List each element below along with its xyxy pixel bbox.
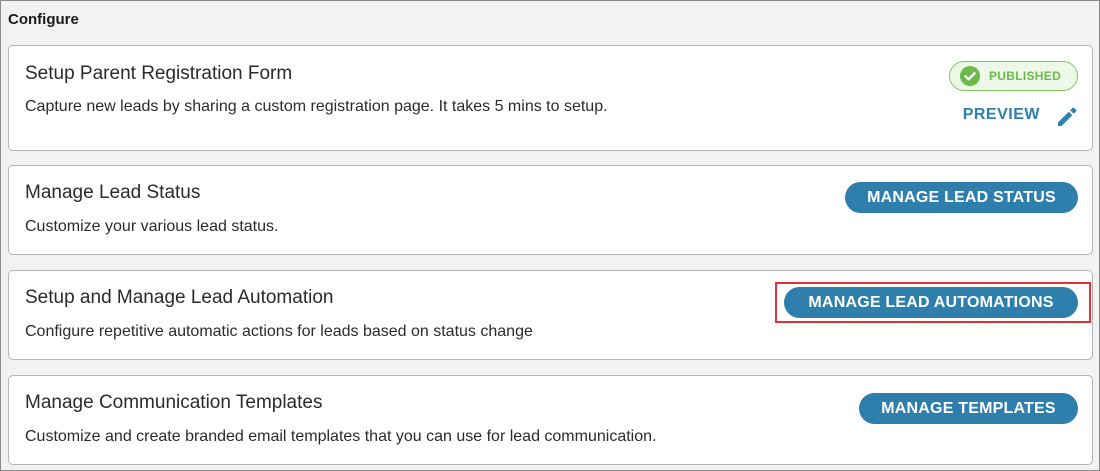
- card-description: Capture new leads by sharing a custom re…: [25, 98, 608, 115]
- check-circle-icon: [960, 66, 980, 86]
- card-communication-templates: Manage Communication Templates Customize…: [8, 375, 1093, 465]
- manage-lead-status-button[interactable]: MANAGE LEAD STATUS: [845, 182, 1078, 213]
- manage-lead-automations-button[interactable]: MANAGE LEAD AUTOMATIONS: [784, 287, 1078, 318]
- manage-templates-button[interactable]: MANAGE TEMPLATES: [859, 393, 1078, 424]
- card-title: Setup and Manage Lead Automation: [25, 287, 334, 308]
- preview-link[interactable]: PREVIEW: [963, 106, 1040, 124]
- published-badge: PUBLISHED: [949, 61, 1078, 91]
- published-label: PUBLISHED: [989, 69, 1062, 83]
- card-description: Configure repetitive automatic actions f…: [25, 323, 533, 340]
- card-title: Manage Lead Status: [25, 182, 201, 203]
- card-title: Manage Communication Templates: [25, 392, 323, 413]
- card-manage-lead-status: Manage Lead Status Customize your variou…: [8, 165, 1093, 255]
- card-description: Customize your various lead status.: [25, 218, 279, 235]
- card-title: Setup Parent Registration Form: [25, 63, 293, 84]
- card-parent-registration-form: Setup Parent Registration Form Capture n…: [8, 45, 1093, 151]
- card-description: Customize and create branded email templ…: [25, 428, 657, 445]
- card-lead-automation: Setup and Manage Lead Automation Configu…: [8, 270, 1093, 360]
- configure-panel: Configure Setup Parent Registration Form…: [0, 0, 1100, 471]
- section-title: Configure: [8, 11, 79, 28]
- pencil-icon[interactable]: [1054, 103, 1080, 129]
